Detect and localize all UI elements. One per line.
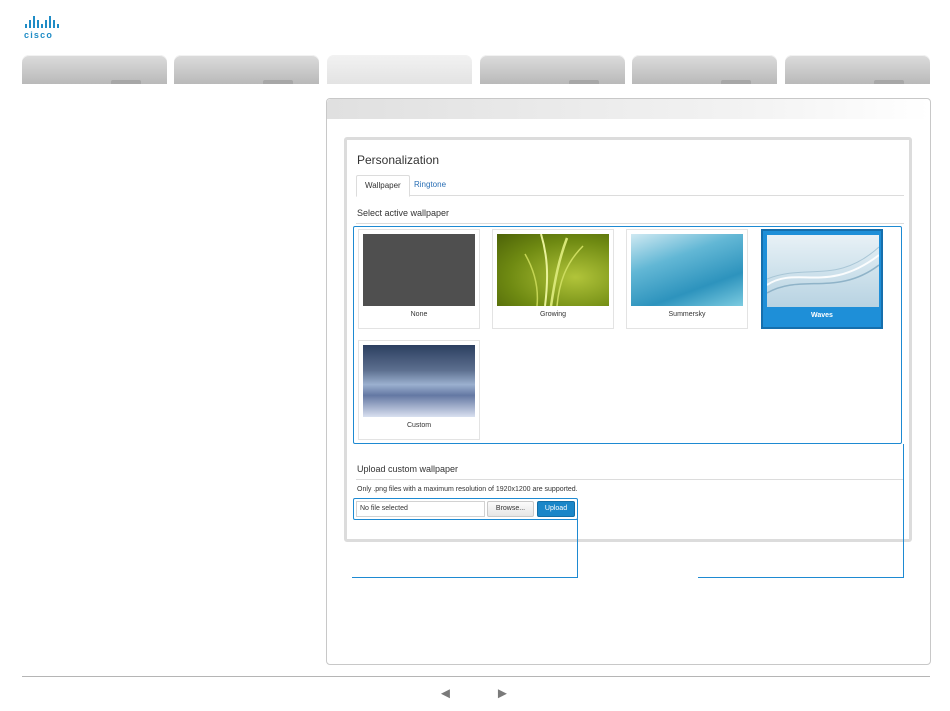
wallpaper-none[interactable]: None	[358, 229, 480, 329]
wallpaper-caption: Custom	[406, 422, 432, 429]
nav-tab-6[interactable]	[785, 55, 930, 84]
upload-wallpaper-label: Upload custom wallpaper	[357, 464, 459, 474]
wallpaper-caption: Summersky	[668, 311, 706, 318]
next-page-icon[interactable]: ►	[495, 686, 510, 702]
sub-tabs: Wallpaper Ringtone	[356, 175, 904, 197]
wallpaper-growing[interactable]: Growing	[492, 229, 614, 329]
wallpaper-growing-image	[497, 234, 609, 306]
previous-page-icon[interactable]: ◄	[438, 686, 453, 702]
tab-wallpaper[interactable]: Wallpaper	[356, 175, 410, 197]
wallpaper-none-image	[363, 234, 475, 306]
wallpaper-waves[interactable]: Waves	[761, 229, 883, 329]
divider	[356, 223, 904, 224]
wallpaper-waves-image	[767, 235, 879, 307]
wallpaper-summersky[interactable]: Summersky	[626, 229, 748, 329]
upload-hint: Only .png files with a maximum resolutio…	[357, 486, 578, 493]
wallpaper-custom-image	[363, 345, 475, 417]
nav-tab-5[interactable]	[632, 55, 777, 84]
callout-line	[352, 577, 578, 578]
wallpaper-caption: Waves	[811, 312, 833, 319]
top-nav	[22, 55, 930, 85]
select-wallpaper-label: Select active wallpaper	[357, 208, 450, 218]
nav-tab-2[interactable]	[174, 55, 319, 84]
file-input[interactable]: No file selected	[356, 501, 485, 517]
tab-ringtone[interactable]: Ringtone	[406, 175, 454, 195]
card-title: Personalization	[357, 153, 440, 167]
divider	[356, 479, 904, 480]
footer-divider	[22, 676, 930, 677]
wallpaper-summersky-image	[631, 234, 743, 306]
cisco-logo: cisco	[24, 16, 70, 42]
wallpaper-caption: None	[410, 311, 428, 318]
browse-button[interactable]: Browse...	[487, 501, 534, 517]
main-panel-header	[327, 99, 930, 119]
nav-tab-3[interactable]	[327, 55, 472, 84]
callout-line	[698, 577, 904, 578]
wallpaper-custom[interactable]: Custom	[358, 340, 480, 440]
nav-tab-1[interactable]	[22, 55, 167, 84]
cisco-logo-text: cisco	[24, 30, 54, 40]
nav-tab-4[interactable]	[480, 55, 625, 84]
cisco-logo-bars-icon	[25, 16, 70, 28]
callout-line	[903, 444, 904, 577]
wallpaper-caption: Growing	[539, 311, 567, 318]
callout-line	[577, 519, 578, 577]
upload-button[interactable]: Upload	[537, 501, 575, 517]
